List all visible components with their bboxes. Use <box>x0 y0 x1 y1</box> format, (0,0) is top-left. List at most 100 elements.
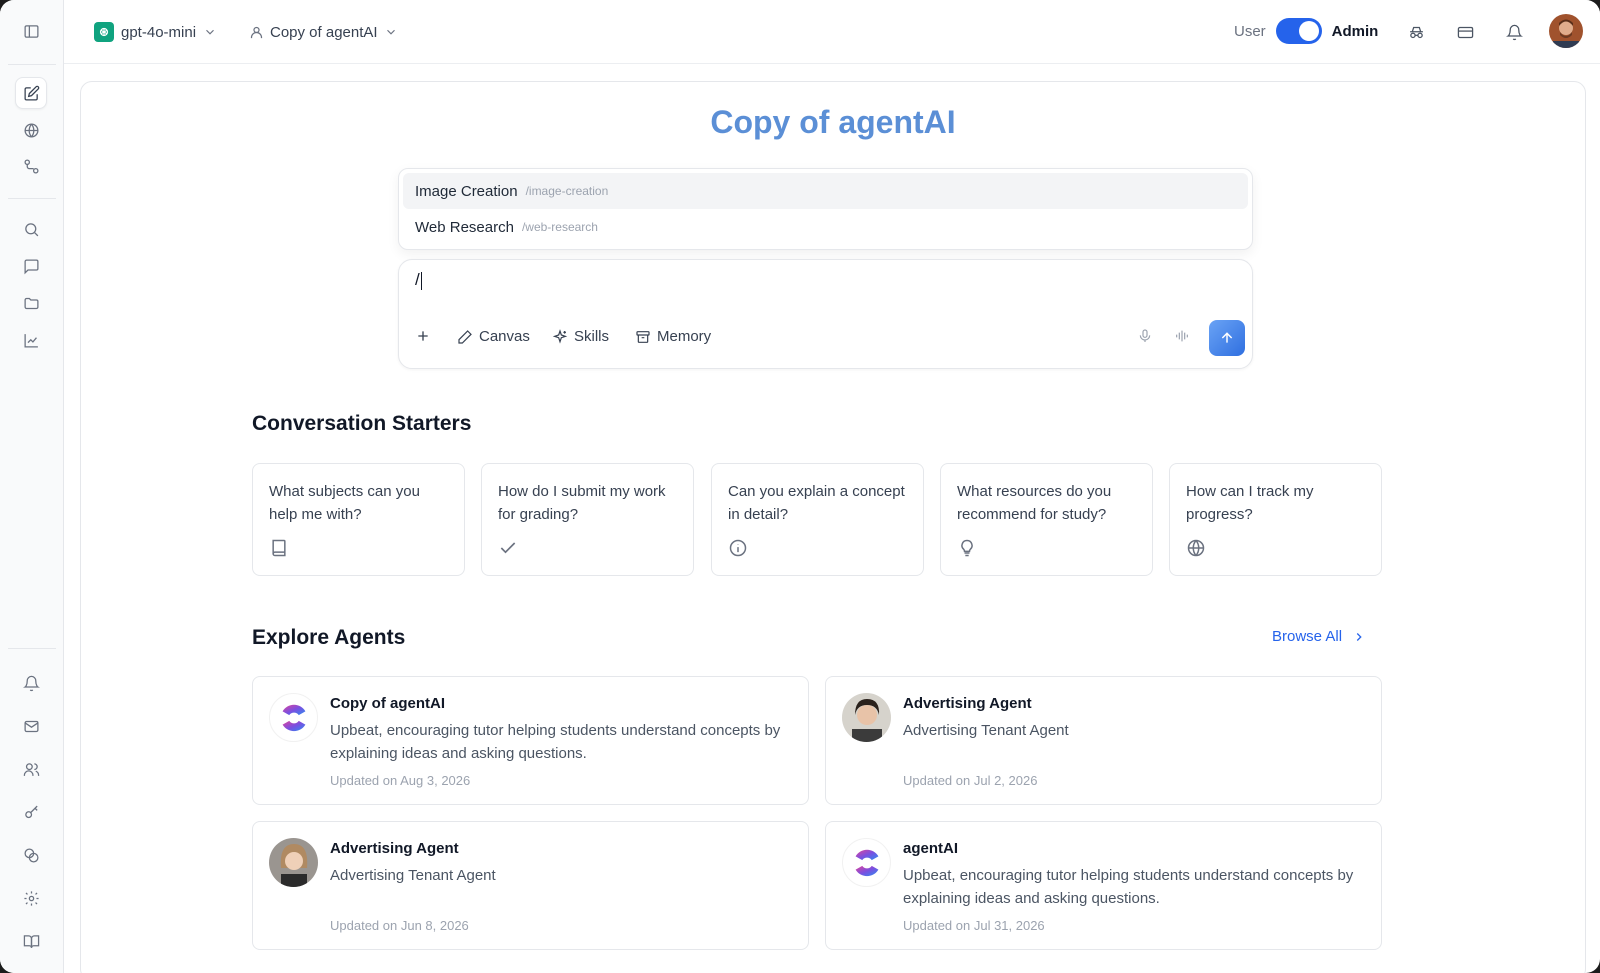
agent-selector[interactable]: Copy of agentAI <box>249 20 398 44</box>
check-icon <box>500 542 516 554</box>
agent-card[interactable]: Advertising Agent Advertising Tenant Age… <box>252 821 809 950</box>
agent-updated: Updated on Jul 2, 2026 <box>903 773 1038 788</box>
book-icon <box>272 539 286 557</box>
suggestion-command: /image-creation <box>525 184 609 198</box>
rail-divider <box>8 64 56 65</box>
canvas-button[interactable]: Canvas <box>457 328 530 345</box>
new-chat-icon[interactable] <box>15 77 47 109</box>
agent-card[interactable]: agentAI Upbeat, encouraging tutor helpin… <box>825 821 1382 950</box>
openai-logo-icon <box>94 22 114 42</box>
starter-card[interactable]: How do I submit my work for grading? <box>481 463 694 576</box>
sparkles-icon <box>552 328 568 344</box>
key-icon[interactable] <box>15 796 47 828</box>
starter-card[interactable]: What subjects can you help me with? <box>252 463 465 576</box>
top-bar: gpt-4o-mini Copy of agentAI User Admin <box>64 0 1600 64</box>
user-avatar[interactable] <box>1549 14 1583 48</box>
explore-agents-heading: Explore Agents <box>252 626 406 649</box>
model-selector[interactable]: gpt-4o-mini <box>94 20 217 44</box>
audio-wave-icon <box>1176 330 1188 342</box>
lightbulb-icon <box>961 539 973 557</box>
analytics-icon[interactable] <box>15 324 47 356</box>
agent-name: agentAI <box>903 840 959 857</box>
settings-icon[interactable] <box>15 882 47 914</box>
rail-divider <box>8 648 56 649</box>
agent-name: Advertising Agent <box>903 695 1032 712</box>
page-title: Copy of agentAI <box>710 104 956 140</box>
globe-icon <box>1187 539 1205 557</box>
skills-button[interactable]: Skills <box>552 328 609 345</box>
explore-icon[interactable] <box>15 114 47 146</box>
microphone-button[interactable] <box>1137 328 1153 344</box>
plus-icon <box>418 331 428 341</box>
skills-label: Skills <box>574 328 610 345</box>
conversation-starters-heading: Conversation Starters <box>252 412 472 435</box>
agent-card[interactable]: Copy of agentAI Upbeat, encouraging tuto… <box>252 676 809 805</box>
command-suggestions: Image Creation /image-creation Web Resea… <box>398 168 1253 250</box>
microphone-icon <box>1139 329 1151 342</box>
starter-text: What subjects can you help me with? <box>269 483 420 523</box>
role-switch[interactable] <box>1275 18 1322 44</box>
agent-updated: Updated on Jun 8, 2026 <box>330 918 469 933</box>
starter-card[interactable]: How can I track my progress? <box>1169 463 1382 576</box>
starter-text: Can you explain a concept in detail? <box>728 483 905 523</box>
agent-avatar <box>269 838 318 887</box>
model-name: gpt-4o-mini <box>121 23 197 41</box>
folder-icon[interactable] <box>15 287 47 319</box>
agent-selector-label: Copy of agentAI <box>270 23 378 41</box>
chevron-right-icon <box>1356 632 1362 641</box>
starter-text: How do I submit my work for grading? <box>498 483 666 523</box>
memory-label: Memory <box>657 328 712 345</box>
workflow-icon[interactable] <box>15 150 47 182</box>
message-input[interactable]: / <box>415 270 422 290</box>
archive-icon <box>636 330 650 343</box>
search-icon[interactable] <box>15 213 47 245</box>
app-window: gpt-4o-mini Copy of agentAI User Admin C… <box>0 0 1600 973</box>
text-caret <box>420 271 422 290</box>
info-icon <box>729 539 747 557</box>
chats-icon[interactable] <box>15 250 47 282</box>
starter-card[interactable]: What resources do you recommend for stud… <box>940 463 1153 576</box>
bell-icon[interactable] <box>1502 20 1526 44</box>
agent-avatar <box>842 693 891 742</box>
memory-button[interactable]: Memory <box>635 328 711 345</box>
billing-icon[interactable] <box>15 839 47 871</box>
starter-card[interactable]: Can you explain a concept in detail? <box>711 463 924 576</box>
agent-description: Upbeat, encouraging tutor helping studen… <box>903 867 1354 907</box>
switch-knob <box>1298 21 1319 41</box>
suggestion-item-web-research[interactable]: Web Research /web-research <box>403 209 1248 245</box>
suggestion-item-image-creation[interactable]: Image Creation /image-creation <box>403 173 1248 209</box>
browse-all-label: Browse All <box>1272 628 1343 645</box>
browse-all-link[interactable]: Browse All <box>1272 628 1366 645</box>
left-rail <box>0 0 64 973</box>
incognito-icon[interactable] <box>1404 20 1428 44</box>
role-user-label: User <box>1234 22 1266 40</box>
agent-card[interactable]: Advertising Agent Advertising Tenant Age… <box>825 676 1382 805</box>
suggestion-label: Web Research <box>415 218 514 236</box>
sidebar-toggle-icon[interactable] <box>15 15 47 47</box>
role-admin-label: Admin <box>1331 22 1379 40</box>
agent-name: Advertising Agent <box>330 840 459 857</box>
credit-card-icon[interactable] <box>1453 20 1477 44</box>
notifications-icon[interactable] <box>15 667 47 699</box>
starter-text: What resources do you recommend for stud… <box>957 483 1112 523</box>
role-toggle[interactable]: User Admin <box>1234 18 1378 44</box>
agent-description: Upbeat, encouraging tutor helping studen… <box>330 722 781 762</box>
message-input-value: / <box>415 270 420 289</box>
agent-updated: Updated on Aug 3, 2026 <box>330 773 471 788</box>
users-icon[interactable] <box>15 753 47 785</box>
agent-description: Advertising Tenant Agent <box>330 867 496 884</box>
pen-icon <box>458 329 472 344</box>
agent-logo-icon <box>269 693 318 742</box>
message-composer[interactable]: / Canvas Skills Memory <box>398 259 1253 369</box>
agent-name: Copy of agentAI <box>330 695 445 712</box>
chevron-down-icon <box>386 29 395 35</box>
agent-description: Advertising Tenant Agent <box>903 722 1069 739</box>
mail-icon[interactable] <box>15 710 47 742</box>
user-icon <box>250 26 263 38</box>
agent-logo-icon <box>842 838 891 887</box>
main-panel: Copy of agentAI Image Creation /image-cr… <box>80 81 1586 973</box>
voice-mode-button[interactable] <box>1174 328 1190 344</box>
send-button[interactable] <box>1209 320 1245 356</box>
docs-icon[interactable] <box>15 925 47 957</box>
attach-button[interactable] <box>415 328 431 344</box>
